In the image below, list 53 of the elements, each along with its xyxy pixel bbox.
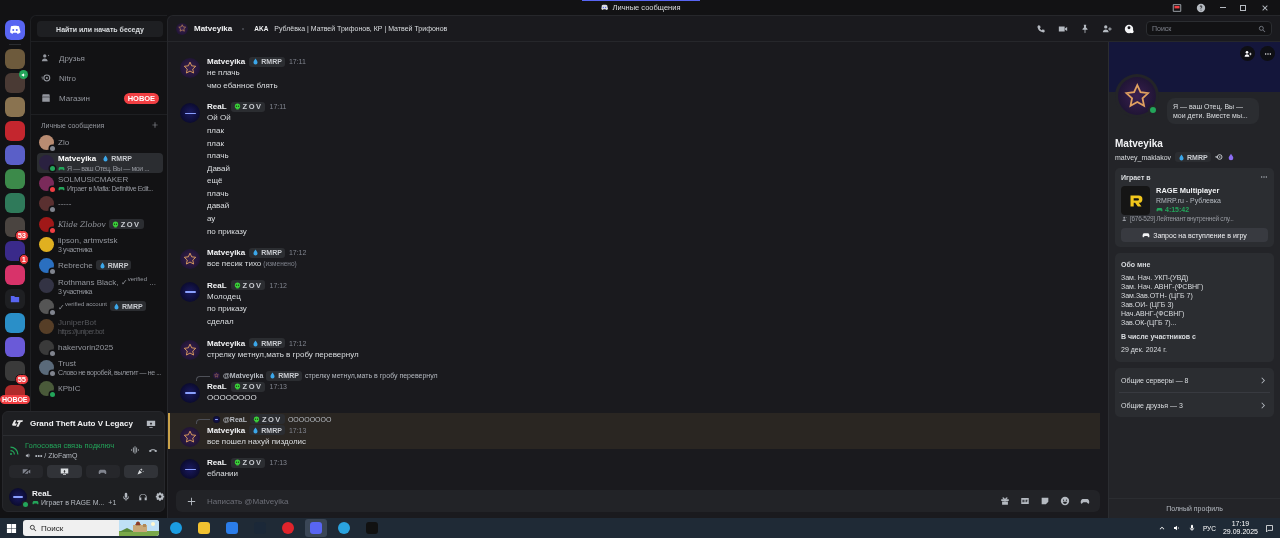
dm-item[interactable]: КРbIC	[37, 378, 163, 399]
author-name[interactable]: Matveyika	[207, 338, 246, 348]
author-name[interactable]: ReaL	[207, 102, 227, 112]
nav-item[interactable]: Nitro	[37, 68, 163, 88]
message-text: сделал	[207, 317, 234, 327]
message-text: плак	[207, 138, 224, 148]
message-text: все пошел нахуй пиздолис	[207, 436, 307, 446]
message-text: плак	[207, 125, 224, 135]
dm-item[interactable]: Zlo	[37, 132, 163, 153]
chat-title: Matveyika	[194, 24, 233, 33]
message-text: ещё	[207, 176, 223, 186]
message-text: Давай	[207, 163, 230, 173]
message-text: Молодец	[207, 291, 241, 301]
profile-name: Matveyika	[1115, 138, 1164, 149]
user-name: -----	[58, 199, 72, 209]
dm-item[interactable]: hakervorin2025	[37, 337, 163, 358]
user-name: Matveyika	[58, 154, 97, 164]
author-name[interactable]: ReaL	[207, 280, 227, 290]
message-text: по приказу	[207, 304, 247, 314]
user-name: ReaL	[32, 488, 53, 498]
taskbar-search[interactable]: Поиск	[23, 520, 159, 536]
user-name: Rothmans Black, ✓$^{verified}$ ...	[58, 276, 156, 288]
user-name: hakervorin2025	[58, 342, 114, 352]
message-text: чмо ебанное блять	[207, 80, 278, 90]
author-name[interactable]: ReaL	[207, 382, 227, 392]
author-name[interactable]: Matveyika	[207, 248, 246, 258]
author-name[interactable]: Matveyika	[207, 425, 246, 435]
game-title: Grand Theft Auto V Legacy	[30, 419, 133, 428]
message-composer[interactable]: Написать @Matveyika	[176, 490, 1100, 512]
message-text: еблании	[207, 469, 239, 479]
user-name: lipson, artmvstsk	[58, 236, 118, 246]
user-name: SOLMUSICMAKER	[58, 174, 129, 184]
author-name[interactable]: Matveyika	[207, 57, 246, 67]
nav-item[interactable]: Друзья	[37, 48, 163, 68]
user-name: Trust	[58, 359, 76, 369]
message-text: OOOOOOOO	[207, 393, 257, 403]
message-field[interactable]: Написать @Matveyika	[207, 496, 990, 506]
user-name: ✓$^{verified account}$	[58, 300, 108, 312]
user-name: JuniperBot	[58, 318, 97, 328]
dm-item[interactable]: -----	[37, 193, 163, 214]
message-text: ау	[207, 214, 216, 224]
message-text: не плачь	[207, 68, 240, 78]
message-text: Ой Ой	[207, 113, 231, 123]
message-text: все песик тихо	[207, 259, 262, 269]
message-text: по приказу	[207, 226, 247, 236]
user-name: КРbIC	[58, 383, 81, 393]
message-text: давай	[207, 201, 230, 211]
message-text: плачь	[207, 151, 229, 161]
user-name: Rebreche	[58, 260, 93, 270]
message-text: плачь	[207, 188, 229, 198]
author-name[interactable]: ReaL	[207, 458, 227, 468]
message-text: стрелку метнул,мать в гробу перевернул	[207, 349, 359, 359]
user-name: Zlo	[58, 137, 70, 147]
